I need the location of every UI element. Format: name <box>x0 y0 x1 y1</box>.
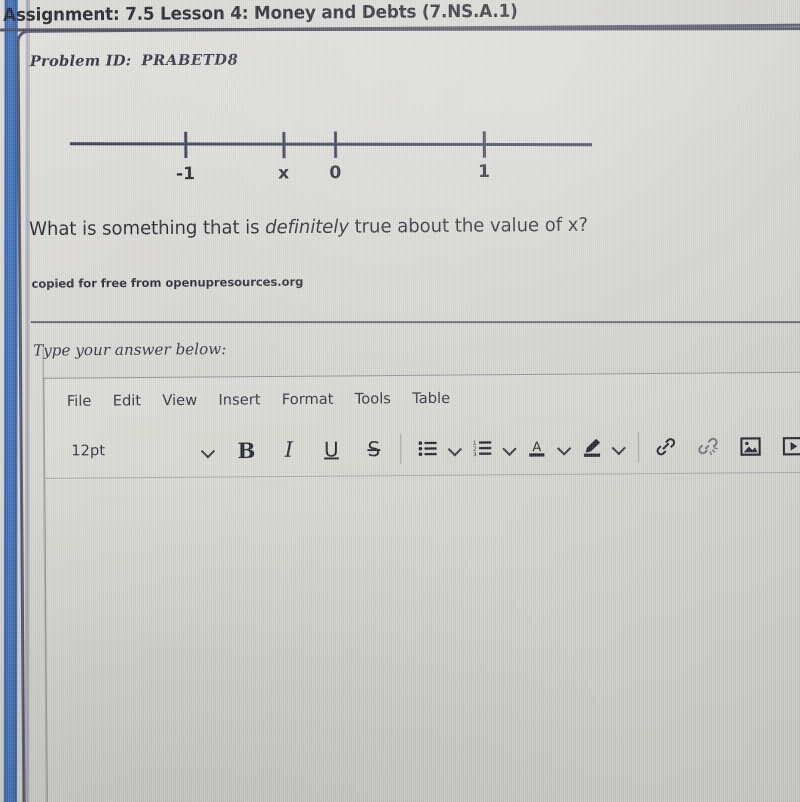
menu-item-file[interactable]: File <box>67 394 92 410</box>
italic-button[interactable]: I <box>272 431 307 468</box>
editor-menubar: File Edit View Insert Format Tools Table <box>44 372 800 425</box>
menu-item-view[interactable]: View <box>162 393 197 409</box>
number-line-label: 0 <box>329 162 342 184</box>
chevron-down-icon <box>558 441 571 454</box>
editor-content-area[interactable] <box>45 471 800 802</box>
menu-item-table[interactable]: Table <box>412 391 450 407</box>
page-title: Assignment: 7.5 Lesson 4: Money and Debt… <box>3 1 518 26</box>
photographed-screen: Assignment: 7.5 Lesson 4: Money and Debt… <box>0 0 800 802</box>
answer-prompt: Type your answer below: <box>32 339 227 360</box>
menu-item-tools[interactable]: Tools <box>355 391 391 407</box>
text-color-options-button[interactable] <box>554 429 575 466</box>
question-prefix: What is something that is <box>28 217 266 241</box>
editor-toolbar: 12pt B I U S 1 2 3 A <box>45 419 800 478</box>
problem-id-value: PRABETD8 <box>141 51 239 70</box>
numbered-list-icon: 1 2 3 <box>472 441 491 456</box>
unlink-icon <box>697 437 718 456</box>
insert-media-button[interactable] <box>775 427 800 464</box>
number-line-label: 1 <box>477 161 491 183</box>
number-line-tick <box>333 131 337 158</box>
number-line-axis <box>69 142 593 146</box>
highlight-color-icon <box>583 438 600 457</box>
bullet-list-options-button[interactable] <box>445 430 466 467</box>
section-divider <box>30 321 800 324</box>
highlight-color-options-button[interactable] <box>609 429 630 466</box>
number-line-tick <box>184 131 187 159</box>
bullet-list-icon <box>418 441 437 457</box>
question-suffix: true about the value of x? <box>348 214 588 238</box>
numbered-list-button[interactable]: 1 2 3 <box>465 430 500 467</box>
media-icon <box>782 436 800 456</box>
number-line-label: x <box>278 163 290 184</box>
rich-text-editor: File Edit View Insert Format Tools Table… <box>43 371 800 802</box>
chevron-down-icon <box>612 440 625 453</box>
svg-text:3: 3 <box>473 452 477 456</box>
chevron-down-icon <box>448 442 461 455</box>
chevron-down-icon <box>503 441 516 454</box>
strikethrough-button[interactable]: S <box>357 431 392 468</box>
image-icon <box>739 436 761 456</box>
number-line-label: -1 <box>175 164 196 185</box>
attribution-text: copied for free from openupresources.org <box>31 274 304 291</box>
menu-item-insert[interactable]: Insert <box>218 392 260 409</box>
insert-image-button[interactable] <box>733 428 768 465</box>
link-icon <box>656 438 675 456</box>
number-line-tick <box>482 131 486 158</box>
toolbar-separator <box>637 431 640 463</box>
text-color-button[interactable]: A <box>519 429 554 466</box>
numbered-list-options-button[interactable] <box>499 430 520 467</box>
question-emphasis: definitely <box>265 216 350 239</box>
browser-left-accent-stripe <box>3 0 18 802</box>
assignment-page: Assignment: 7.5 Lesson 4: Money and Debt… <box>0 0 800 802</box>
chevron-down-icon <box>202 444 215 457</box>
problem-card-content: Problem ID: PRABETD8 -1 x 0 1 What is som… <box>16 24 800 802</box>
highlight-color-button[interactable] <box>574 429 609 466</box>
insert-link-button[interactable] <box>648 428 683 465</box>
svg-text:A: A <box>532 440 541 455</box>
menu-item-format[interactable]: Format <box>282 392 334 409</box>
problem-id: Problem ID: PRABETD8 <box>30 51 239 70</box>
problem-id-label: Problem ID: <box>29 52 132 71</box>
remove-link-button[interactable] <box>690 428 725 465</box>
bold-button[interactable]: B <box>229 432 264 469</box>
toolbar-separator <box>400 433 402 464</box>
bullet-list-button[interactable] <box>410 430 445 467</box>
underline-button[interactable]: U <box>314 431 349 468</box>
number-line-diagram: -1 x 0 1 <box>47 98 614 199</box>
font-size-value: 12pt <box>71 443 106 460</box>
font-size-select[interactable]: 12pt <box>59 433 229 469</box>
number-line-tick <box>282 131 286 159</box>
menu-item-edit[interactable]: Edit <box>113 393 142 409</box>
text-color-icon: A <box>529 440 545 457</box>
question-text: What is something that is definitely tru… <box>29 212 756 241</box>
